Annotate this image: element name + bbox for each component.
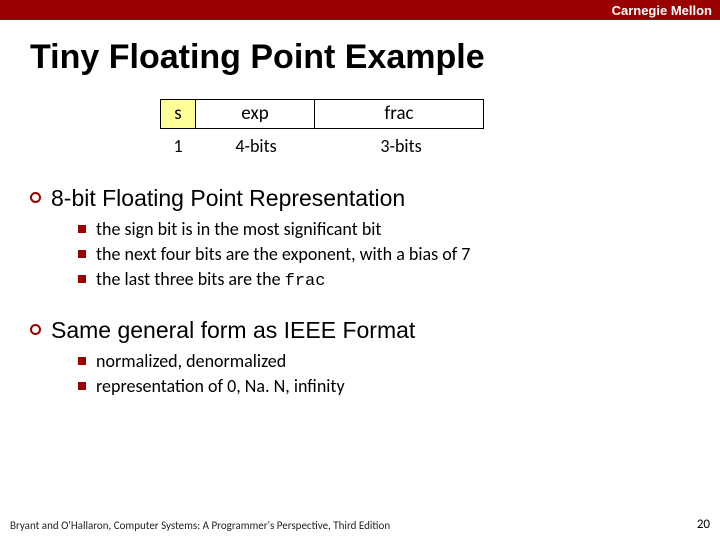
sub-item: the last three bits are the frac: [78, 268, 690, 291]
bullet-point: Same general form as IEEE Format: [30, 317, 690, 344]
content-area: 8-bit Floating Point Representation the …: [30, 185, 690, 397]
field-exp: exp: [195, 99, 315, 129]
hollow-bullet-icon: [30, 192, 41, 203]
page-number: 20: [697, 517, 710, 532]
sub-text: the next four bits are the exponent, wit…: [96, 243, 470, 265]
brand-label: Carnegie Mellon: [612, 3, 712, 18]
field-widths-row: 1 4-bits 3-bits: [160, 135, 720, 157]
sub-item: normalized, denormalized: [78, 350, 690, 372]
sub-item: representation of 0, Na. N, infinity: [78, 375, 690, 397]
slide-title: Tiny Floating Point Example: [30, 38, 720, 77]
square-bullet-icon: [78, 275, 86, 283]
square-bullet-icon: [78, 250, 86, 258]
sub-list: normalized, denormalized representation …: [78, 350, 690, 397]
hollow-bullet-icon: [30, 324, 41, 335]
sub-text: the last three bits are the frac: [96, 268, 325, 291]
sub-text: representation of 0, Na. N, infinity: [96, 375, 345, 397]
bit-field-diagram: s exp frac 1 4-bits 3-bits: [160, 99, 720, 157]
footer: Bryant and O'Hallaron, Computer Systems:…: [10, 517, 710, 532]
point-heading: 8-bit Floating Point Representation: [51, 185, 405, 212]
width-exp: 4-bits: [196, 135, 316, 157]
header-bar: Carnegie Mellon: [0, 0, 720, 20]
sub-text: the sign bit is in the most significant …: [96, 218, 381, 240]
width-s: 1: [160, 135, 196, 157]
sub-list: the sign bit is in the most significant …: [78, 218, 690, 291]
sub-item: the next four bits are the exponent, wit…: [78, 243, 690, 265]
square-bullet-icon: [78, 382, 86, 390]
field-s: s: [160, 99, 196, 129]
point-heading: Same general form as IEEE Format: [51, 317, 415, 344]
bullet-point: 8-bit Floating Point Representation: [30, 185, 690, 212]
field-frac: frac: [314, 99, 484, 129]
square-bullet-icon: [78, 225, 86, 233]
field-labels-row: s exp frac: [160, 99, 720, 129]
square-bullet-icon: [78, 357, 86, 365]
width-frac: 3-bits: [316, 135, 486, 157]
sub-item: the sign bit is in the most significant …: [78, 218, 690, 240]
mono-frac: frac: [285, 272, 326, 291]
attribution-text: Bryant and O'Hallaron, Computer Systems:…: [10, 519, 390, 532]
sub-text: normalized, denormalized: [96, 350, 286, 372]
sub-text-prefix: the last three bits are the: [96, 268, 285, 290]
